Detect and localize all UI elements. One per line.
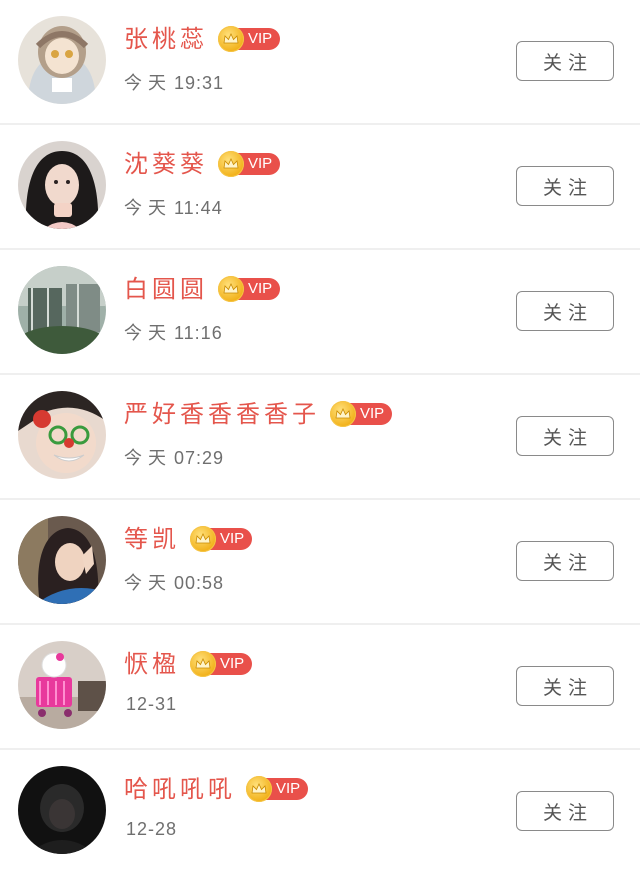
- user-name[interactable]: 哈吼吼吼: [124, 772, 236, 806]
- crown-icon: [330, 401, 356, 427]
- list-item[interactable]: 哈吼吼吼 VIP 12-28 关注: [0, 750, 640, 875]
- time-value: 07:29: [174, 448, 225, 468]
- list-item[interactable]: 沈葵葵 VIP 今天 11:44 关注: [0, 125, 640, 250]
- timestamp: 12-28: [124, 819, 177, 840]
- avatar[interactable]: [18, 391, 106, 479]
- crown-icon: [218, 26, 244, 52]
- day-label: 今天: [124, 448, 172, 469]
- user-name[interactable]: 恹楹: [124, 647, 180, 681]
- crown-icon: [190, 526, 216, 552]
- avatar[interactable]: [18, 16, 106, 104]
- time-value: 11:44: [174, 198, 223, 218]
- vip-badge: VIP: [190, 651, 253, 677]
- vip-badge: VIP: [218, 276, 281, 302]
- avatar[interactable]: [18, 641, 106, 729]
- avatar[interactable]: [18, 266, 106, 354]
- follow-button[interactable]: 关注: [516, 791, 614, 831]
- day-label: 今天: [124, 198, 172, 219]
- follow-button[interactable]: 关注: [516, 41, 614, 81]
- vip-badge: VIP: [330, 401, 393, 427]
- follow-button[interactable]: 关注: [516, 416, 614, 456]
- time-value: 12-31: [126, 694, 178, 714]
- timestamp: 今天 11:44: [124, 194, 223, 220]
- time-value: 11:16: [174, 323, 223, 343]
- avatar[interactable]: [18, 141, 106, 229]
- time-value: 00:58: [174, 573, 225, 593]
- day-label: 今天: [124, 73, 172, 94]
- crown-icon: [246, 776, 272, 802]
- user-name[interactable]: 等凯: [124, 522, 180, 556]
- crown-icon: [190, 651, 216, 677]
- vip-badge: VIP: [246, 776, 309, 802]
- timestamp: 今天 00:58: [124, 569, 224, 595]
- timestamp: 今天 19:31: [124, 69, 224, 95]
- day-label: 今天: [124, 323, 172, 344]
- list-item[interactable]: 白圆圆 VIP 今天 11:16 关注: [0, 250, 640, 375]
- vip-badge: VIP: [218, 26, 281, 52]
- list-item[interactable]: 恹楹 VIP 12-31 关注: [0, 625, 640, 750]
- follow-button[interactable]: 关注: [516, 666, 614, 706]
- time-value: 19:31: [174, 73, 225, 93]
- avatar[interactable]: [18, 766, 106, 854]
- vip-badge: VIP: [218, 151, 281, 177]
- avatar[interactable]: [18, 516, 106, 604]
- user-list: 张桃蕊 VIP 今天 19:31 关注 沈葵葵 VIP 今天 11:44 关注 …: [0, 0, 640, 875]
- follow-button[interactable]: 关注: [516, 166, 614, 206]
- timestamp: 今天 11:16: [124, 319, 223, 345]
- user-name[interactable]: 沈葵葵: [124, 147, 208, 181]
- user-name[interactable]: 白圆圆: [124, 272, 208, 306]
- time-value: 12-28: [126, 819, 178, 839]
- vip-badge: VIP: [190, 526, 253, 552]
- day-label: 今天: [124, 573, 172, 594]
- list-item[interactable]: 等凯 VIP 今天 00:58 关注: [0, 500, 640, 625]
- follow-button[interactable]: 关注: [516, 541, 614, 581]
- list-item[interactable]: 张桃蕊 VIP 今天 19:31 关注: [0, 0, 640, 125]
- user-name[interactable]: 张桃蕊: [124, 22, 208, 56]
- crown-icon: [218, 151, 244, 177]
- crown-icon: [218, 276, 244, 302]
- timestamp: 今天 07:29: [124, 444, 224, 470]
- timestamp: 12-31: [124, 694, 177, 715]
- list-item[interactable]: 严好香香香香子 VIP 今天 07:29 关注: [0, 375, 640, 500]
- user-name[interactable]: 严好香香香香子: [124, 397, 320, 431]
- follow-button[interactable]: 关注: [516, 291, 614, 331]
